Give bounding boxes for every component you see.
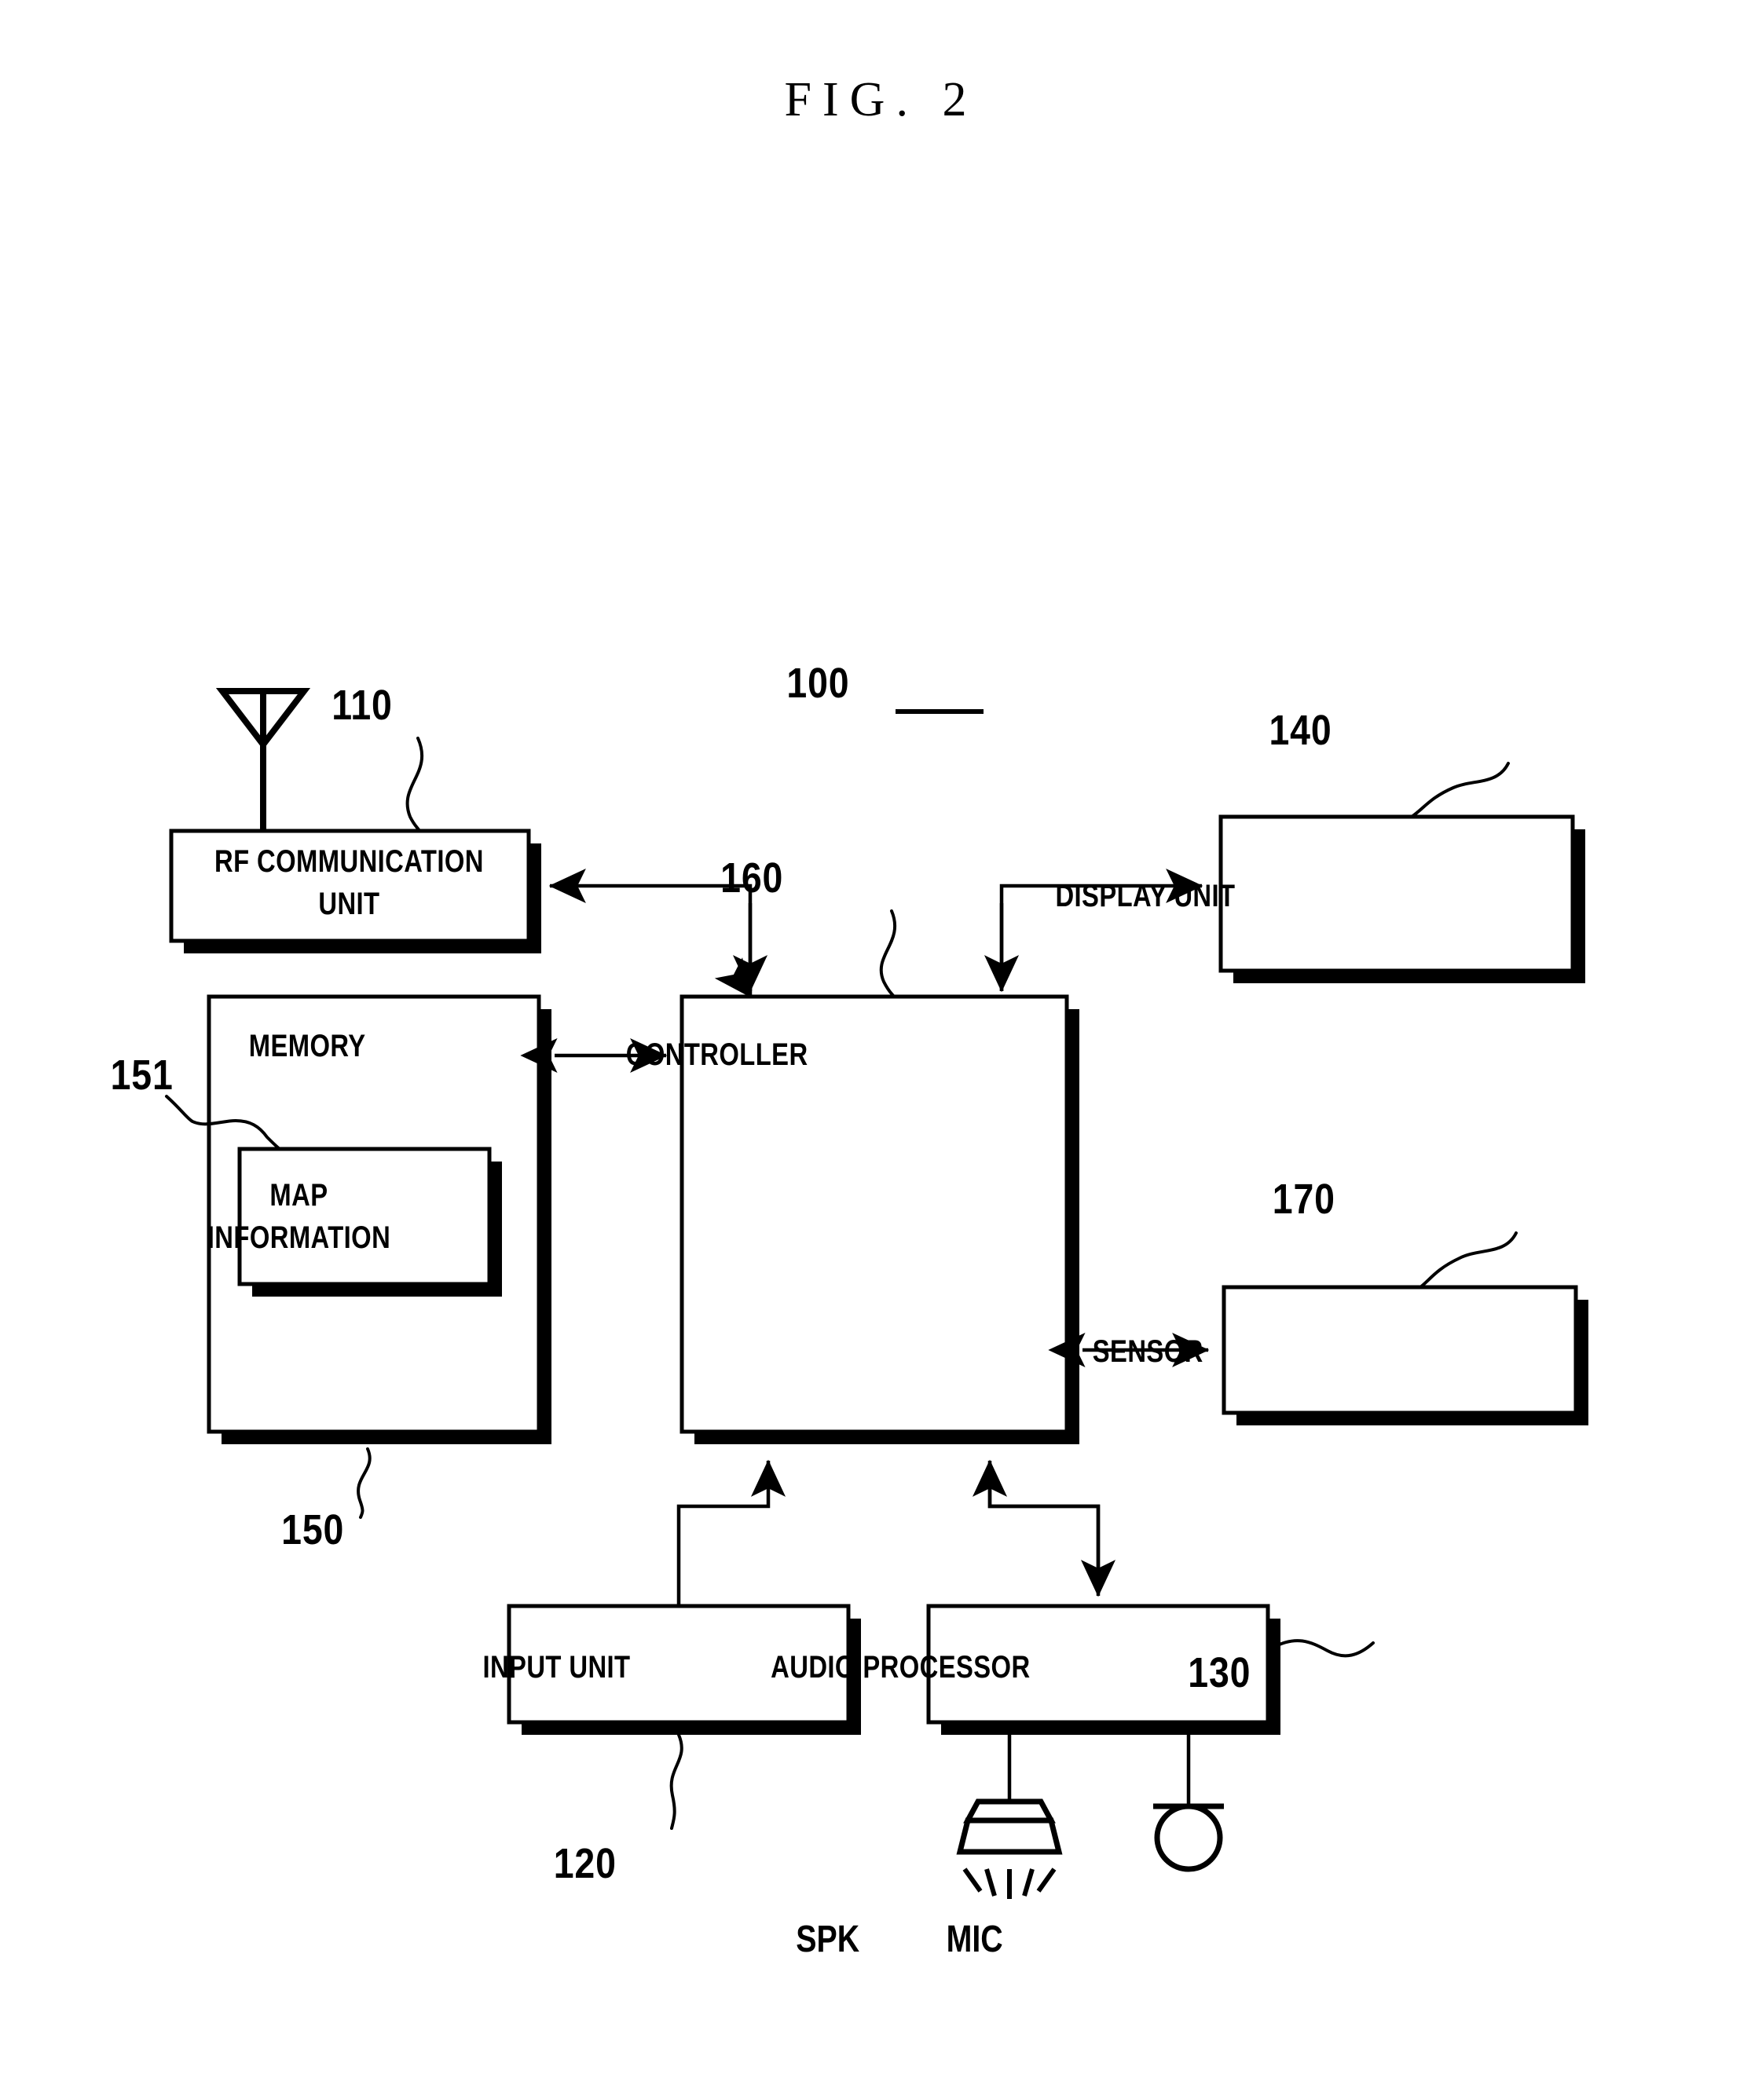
patent-figure: FIG. 2 100 RF COMMUNICATION UNIT 110 MEM… [0, 0, 1762, 2100]
connector-controller-to-rf [548, 868, 768, 997]
display-label: DISPLAY UNIT [1055, 878, 1235, 913]
connector-controller-audio [972, 1459, 1116, 1597]
ref-120-text: 120 [554, 1839, 617, 1887]
ref-150: 150 [281, 1447, 372, 1553]
memory-label: MEMORY [249, 1028, 366, 1063]
block-controller[interactable]: CONTROLLER [626, 994, 1079, 1444]
ref-130: 130 [1188, 1639, 1375, 1696]
microphone-label: MIC [947, 1918, 1003, 1960]
ref-170: 170 [1273, 1175, 1518, 1289]
connector-input-to-controller [676, 1459, 786, 1606]
microphone-icon [1153, 1735, 1224, 1872]
speaker-label: SPK [796, 1918, 859, 1960]
ref-170-text: 170 [1273, 1175, 1335, 1223]
block-display-unit[interactable]: DISPLAY UNIT [1055, 814, 1585, 983]
ref-130-text: 130 [1188, 1648, 1251, 1696]
block-map-information[interactable]: MAP INFORMATION [207, 1147, 502, 1297]
audio-label: AUDIO PROCESSOR [771, 1649, 1030, 1685]
antenna-icon [215, 688, 311, 832]
ref-140-text: 140 [1269, 706, 1332, 754]
block-diagram-canvas: 100 RF COMMUNICATION UNIT 110 MEMORY MAP… [111, 659, 1588, 1960]
rf-label-line1: RF COMMUNICATION [214, 843, 484, 879]
ref-110: 110 [332, 681, 424, 832]
ref-160: 160 [720, 854, 897, 998]
speaker-icon [956, 1735, 1063, 1899]
block-rf-communication-unit[interactable]: RF COMMUNICATION UNIT [169, 829, 541, 953]
map-label-line2: INFORMATION [207, 1220, 390, 1255]
map-label-line1: MAP [269, 1177, 328, 1213]
block-sensor[interactable]: SENSOR [1093, 1285, 1588, 1425]
ref-151-text: 151 [111, 1051, 174, 1099]
figure-title: FIG. 2 [784, 73, 978, 126]
ref-110-text: 110 [332, 681, 393, 729]
input-label: INPUT UNIT [482, 1649, 630, 1685]
ref-120: 120 [554, 1733, 683, 1887]
ref-100-text: 100 [786, 659, 849, 707]
rf-label-line2: UNIT [318, 886, 379, 921]
ref-140: 140 [1269, 706, 1510, 818]
ref-150-text: 150 [281, 1505, 344, 1553]
device-reference-100: 100 [786, 659, 984, 714]
